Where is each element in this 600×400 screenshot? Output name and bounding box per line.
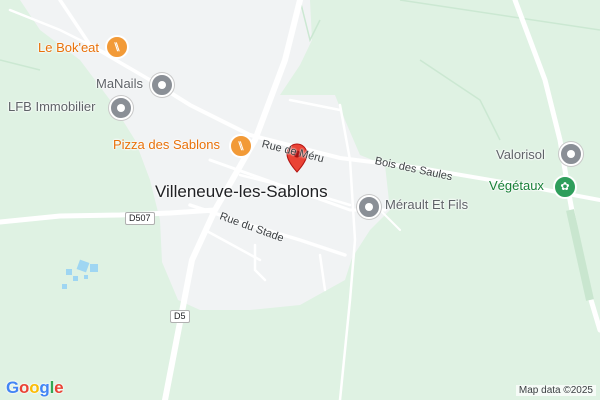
map-attribution[interactable]: Map data ©2025 [515, 385, 596, 396]
garden-icon[interactable]: ✿ [553, 175, 577, 199]
logo-letter-4: g [39, 378, 50, 397]
restaurant-icon[interactable]: ⑊ [105, 35, 129, 59]
logo-letter-1: G [6, 378, 20, 397]
road-shield-d5: D5 [170, 310, 190, 323]
poi-label-vegetaux[interactable]: Végétaux [489, 178, 544, 193]
town-label: Villeneuve-les-Sablons [155, 182, 328, 201]
google-logo[interactable]: Google [6, 378, 64, 398]
poi-label-pizza-des-sablons[interactable]: Pizza des Sablons [113, 137, 220, 152]
place-icon[interactable] [559, 142, 583, 166]
poi-label-merault-et-fils[interactable]: Mérault Et Fils [385, 197, 468, 212]
logo-letter-6: e [54, 378, 64, 397]
poi-label-manails[interactable]: MaNails [96, 76, 143, 91]
logo-letter-3: o [29, 378, 40, 397]
logo-letter-2: o [19, 378, 30, 397]
poi-label-le-bokeat[interactable]: Le Bok'eat [38, 40, 99, 55]
place-icon[interactable] [357, 195, 381, 219]
poi-label-valorisol[interactable]: Valorisol [496, 147, 545, 162]
place-icon[interactable] [150, 73, 174, 97]
restaurant-icon[interactable]: ⑊ [229, 134, 253, 158]
road-shield-d507: D507 [125, 212, 155, 225]
place-icon[interactable] [109, 96, 133, 120]
map-canvas[interactable]: ⑊ ⑊ ✿ Le Bok'eat MaNails LFB Immobilier … [0, 0, 600, 400]
poi-label-lfb-immobilier[interactable]: LFB Immobilier [8, 99, 95, 114]
